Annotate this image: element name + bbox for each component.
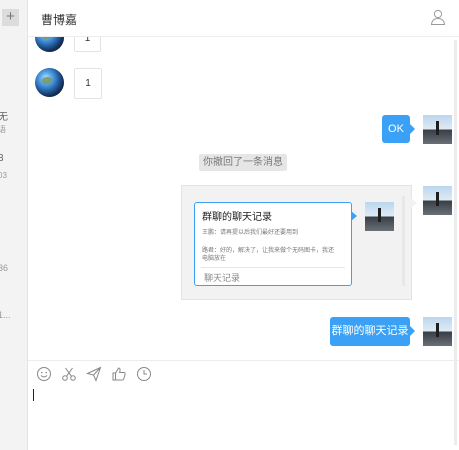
message-bubble[interactable]: 1 — [74, 68, 102, 99]
chat-title: 曹博嘉 — [41, 13, 78, 27]
card-avatar — [365, 202, 394, 231]
chat-header: 曹博嘉 — [28, 0, 459, 37]
add-conversation-button[interactable]: + — [2, 9, 19, 26]
conversation-list: + 无 语 3 03 36 1... — [0, 0, 28, 450]
message-bubble[interactable]: 群聊的聊天记录 — [330, 317, 415, 346]
chat-record-card[interactable]: 群聊的聊天记录 王鹏：请再提以后我们最好还要用到 路君：好的，解决了，让我来做个… — [194, 202, 357, 286]
window-scrollbar[interactable] — [454, 40, 457, 445]
message-input[interactable] — [28, 389, 459, 450]
self-avatar[interactable] — [423, 115, 452, 144]
list-text-fragment: 36 — [0, 263, 9, 273]
recall-notice: 你撤回了一条消息 — [199, 154, 287, 171]
forwarded-record-message[interactable]: 群聊的聊天记录 王鹏：请再提以后我们最好还要用到 路君：好的，解决了，让我来做个… — [181, 185, 417, 300]
input-toolbar — [28, 360, 459, 389]
chat-record-footer: 聊天记录 — [201, 267, 345, 284]
card-scrollbar[interactable] — [402, 196, 405, 286]
user-profile-icon[interactable] — [429, 8, 447, 26]
list-text-fragment: 3 — [0, 153, 4, 164]
chat-record-line: 电脑放在 — [202, 256, 227, 262]
thumbs-up-icon[interactable] — [111, 366, 127, 382]
emoji-icon[interactable] — [36, 366, 52, 382]
message-bubble[interactable]: OK — [382, 115, 415, 143]
scissors-icon[interactable] — [61, 366, 77, 382]
chat-record-line: 路君：好的，解决了，让我来做个无码图卡，我还 — [202, 248, 335, 254]
list-text-fragment: 1... — [0, 310, 11, 320]
send-icon[interactable] — [86, 366, 102, 382]
self-avatar[interactable] — [423, 186, 452, 215]
contact-avatar[interactable] — [35, 37, 64, 52]
contact-avatar[interactable] — [35, 68, 64, 97]
message-bubble[interactable]: 1 — [74, 37, 101, 52]
list-text-fragment: 无 — [0, 108, 8, 123]
chat-record-title: 群聊的聊天记录 — [202, 212, 272, 223]
self-avatar[interactable] — [423, 317, 452, 346]
chat-record-line: 王鹏：请再提以后我们最好还要用到 — [202, 230, 299, 236]
list-text-fragment: 03 — [0, 171, 7, 180]
message-list: 1 1 OK 你撤回了一条消息 群聊的聊天记录 王鹏：请再提以后我们最好还要用到… — [28, 37, 459, 359]
text-caret — [33, 389, 34, 401]
clock-icon[interactable] — [136, 366, 152, 382]
list-text-fragment: 语 — [0, 124, 6, 135]
